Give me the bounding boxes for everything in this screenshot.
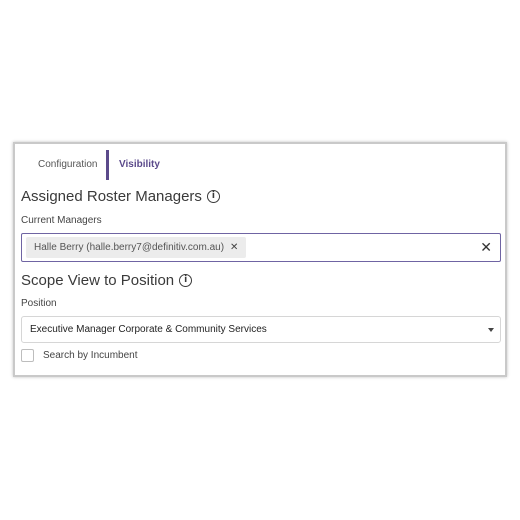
assigned-roster-managers-heading: Assigned Roster Managers i <box>21 188 220 205</box>
current-managers-label: Current Managers <box>21 215 102 226</box>
position-label: Position <box>21 298 57 309</box>
clear-all-icon[interactable]: ✕ <box>480 239 492 256</box>
visibility-panel: Configuration Visibility Assigned Roster… <box>13 142 507 377</box>
info-icon[interactable]: i <box>179 274 193 287</box>
info-icon[interactable]: i <box>206 190 220 203</box>
position-select-value: Executive Manager Corporate & Community … <box>30 324 267 335</box>
manager-chip-label: Halle Berry (halle.berry7@definitiv.com.… <box>34 242 225 253</box>
scope-view-heading: Scope View to Position i <box>21 272 193 289</box>
tab-bar: Configuration Visibility <box>15 150 505 180</box>
tab-configuration[interactable]: Configuration <box>38 150 97 180</box>
assigned-roster-managers-title: Assigned Roster Managers <box>21 188 202 205</box>
chip-remove-icon[interactable]: ✕ <box>230 237 238 258</box>
caret-down-icon <box>488 328 494 332</box>
search-by-incumbent-row: Search by Incumbent <box>21 349 138 362</box>
tab-visibility[interactable]: Visibility <box>106 150 160 180</box>
search-by-incumbent-checkbox[interactable] <box>21 349 34 362</box>
scope-view-title: Scope View to Position <box>21 272 175 289</box>
current-managers-field[interactable]: Halle Berry (halle.berry7@definitiv.com.… <box>21 233 501 262</box>
manager-chip: Halle Berry (halle.berry7@definitiv.com.… <box>26 237 247 258</box>
search-by-incumbent-label: Search by Incumbent <box>43 350 138 361</box>
position-select[interactable]: Executive Manager Corporate & Community … <box>21 316 501 343</box>
